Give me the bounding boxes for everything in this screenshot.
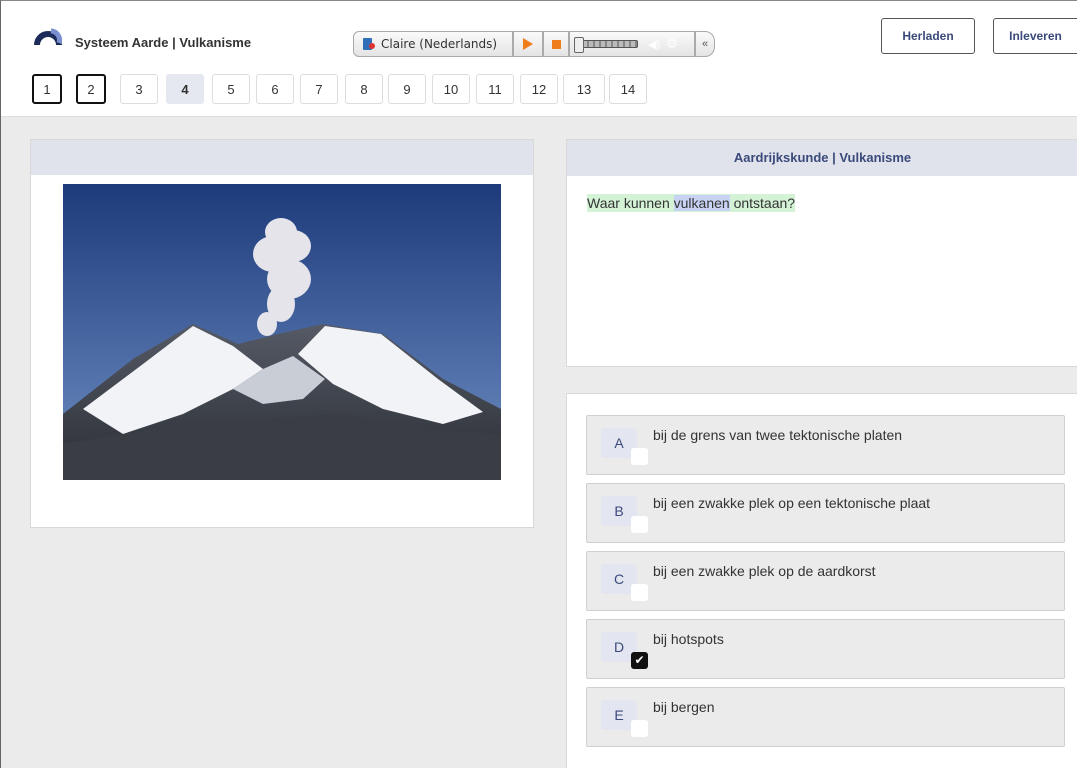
checked-checkbox-icon[interactable]: ✔ (631, 652, 648, 669)
answer-option-d[interactable]: D ✔ bij hotspots (586, 619, 1065, 679)
answer-checkbox[interactable] (631, 584, 648, 601)
answer-option-a[interactable]: Abij de grens van twee tektonische plate… (586, 415, 1065, 475)
tts-collapse-button[interactable]: « (695, 31, 715, 57)
question-13-button[interactable]: 13 (563, 74, 605, 104)
text-to-speech-toolbar: Claire (Nederlands) ◀) ⚙ « (353, 31, 715, 57)
question-6-button[interactable]: 6 (256, 74, 294, 104)
question-5-button[interactable]: 5 (212, 74, 250, 104)
question-text: Waar kunnen vulkanen ontstaan? (587, 194, 796, 212)
question-1-button[interactable]: 1 (32, 74, 62, 104)
gear-icon[interactable]: ⚙ (666, 36, 678, 52)
submit-button[interactable]: Inleveren (993, 18, 1077, 54)
question-text-start: Waar kunnen (587, 195, 674, 211)
answer-checkbox[interactable] (631, 720, 648, 737)
volume-icon[interactable]: ◀) (648, 38, 660, 51)
question-panel: Aardrijkskunde | Vulkanisme Waar kunnen … (566, 139, 1077, 367)
answer-text: bij een zwakke plek op een tektonische p… (653, 495, 931, 511)
volcano-image (63, 184, 501, 480)
question-panel-header: Aardrijkskunde | Vulkanisme (567, 140, 1077, 176)
tts-voice-selector[interactable]: Claire (Nederlands) (353, 31, 513, 57)
question-keyword: vulkanen (673, 195, 730, 211)
answer-checkbox[interactable] (631, 448, 648, 465)
question-11-button[interactable]: 11 (476, 74, 514, 104)
tts-play-button[interactable] (513, 31, 543, 57)
play-icon (523, 38, 533, 50)
answer-text: bij bergen (653, 699, 715, 715)
question-8-button[interactable]: 8 (345, 74, 383, 104)
answers-panel: Abij de grens van twee tektonische plate… (566, 393, 1077, 768)
question-7-button[interactable]: 7 (300, 74, 338, 104)
speaker-icon (362, 37, 376, 51)
question-2-button[interactable]: 2 (76, 74, 106, 104)
answer-option-b[interactable]: Bbij een zwakke plek op een tektonische … (586, 483, 1065, 543)
reload-button[interactable]: Herladen (881, 18, 975, 54)
question-10-button[interactable]: 10 (432, 74, 470, 104)
logo-icon (34, 28, 62, 46)
answer-text: bij een zwakke plek op de aardkorst (653, 563, 876, 579)
question-9-button[interactable]: 9 (388, 74, 426, 104)
app-window: Systeem Aarde | Vulkanisme Claire (Neder… (0, 0, 1077, 768)
header-bar: Systeem Aarde | Vulkanisme Claire (Neder… (1, 1, 1077, 117)
question-4-button[interactable]: 4 (166, 74, 204, 104)
question-14-button[interactable]: 14 (609, 74, 647, 104)
media-panel-header (31, 140, 533, 175)
question-3-button[interactable]: 3 (120, 74, 158, 104)
tts-controls: ◀) ⚙ (569, 31, 695, 57)
tts-stop-button[interactable] (543, 31, 569, 57)
answer-text: bij hotspots (653, 631, 724, 647)
stop-icon (551, 39, 561, 49)
tts-speed-slider[interactable] (574, 37, 638, 53)
answer-checkbox[interactable] (631, 516, 648, 533)
media-panel (30, 139, 534, 528)
app-title: Systeem Aarde | Vulkanisme (75, 35, 252, 50)
tts-voice-label: Claire (Nederlands) (381, 37, 498, 51)
answer-text: bij de grens van twee tektonische platen (653, 427, 903, 443)
question-text-end: ontstaan? (729, 195, 796, 211)
answer-option-e[interactable]: Ebij bergen (586, 687, 1065, 747)
answer-option-c[interactable]: Cbij een zwakke plek op de aardkorst (586, 551, 1065, 611)
question-12-button[interactable]: 12 (520, 74, 558, 104)
